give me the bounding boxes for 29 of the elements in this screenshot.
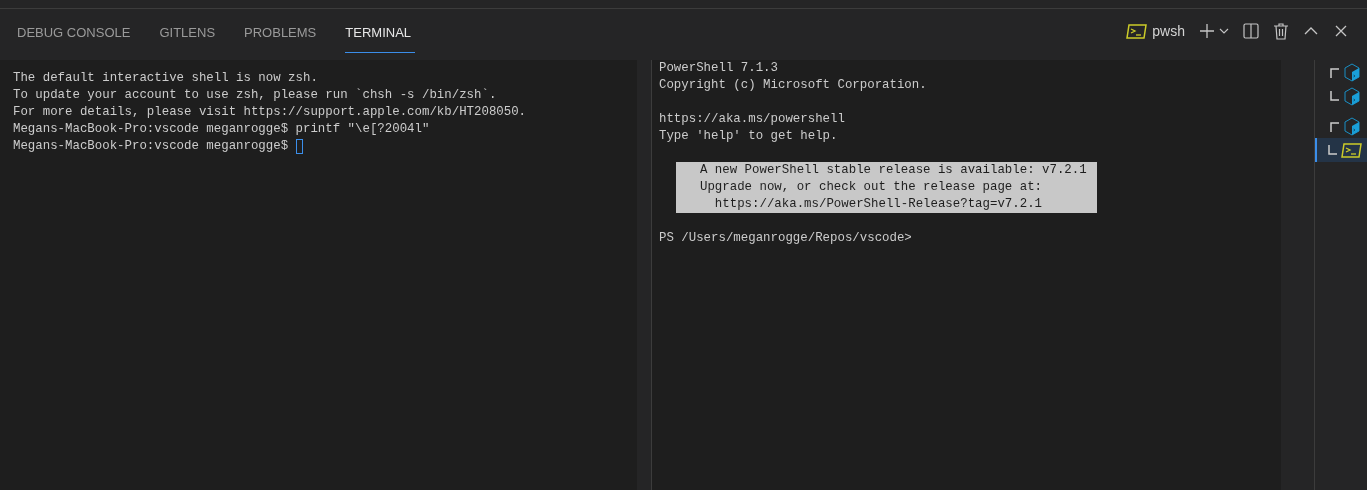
terminal-line: Copyright (c) Microsoft Corporation. (659, 77, 927, 94)
panel-tab[interactable]: PROBLEMS (244, 9, 317, 53)
panel-tab[interactable]: TERMINAL (345, 9, 416, 53)
terminal-line: A new PowerShell stable release is available: v7.2.1 (700, 162, 1087, 179)
terminal-line: PS /Users/meganrogge/Repos/vscode> (659, 230, 912, 247)
cube-icon[interactable] (1343, 116, 1361, 136)
terminal-line: https://aka.ms/PowerShell-Release?tag=v7.2.1 (713, 196, 1043, 213)
trash-icon[interactable] (1273, 22, 1289, 40)
close-icon[interactable] (1333, 23, 1349, 39)
cube-icon[interactable] (1343, 62, 1361, 82)
terminal-line: Type 'help' to get help. (659, 128, 838, 145)
cube-icon[interactable] (1343, 86, 1361, 106)
terminal-line: Megans-MacBook-Pro:vscode meganrogge$ (13, 138, 290, 155)
terminal-selector[interactable]: pwsh (1126, 22, 1185, 40)
terminal-line: PowerShell 7.1.3 (659, 60, 778, 77)
terminal-line: https://aka.ms/powershell (659, 111, 845, 128)
plus-icon[interactable] (1199, 23, 1215, 39)
terminal-pane[interactable] (651, 60, 1281, 490)
split-icon[interactable] (1243, 23, 1259, 39)
terminal-tab[interactable] (1315, 138, 1367, 162)
panel-tab[interactable]: DEBUG CONSOLE (17, 9, 131, 53)
terminal-icon[interactable] (1126, 22, 1148, 40)
terminal-icon[interactable] (1341, 141, 1362, 159)
panel-tab[interactable]: GITLENS (159, 9, 216, 53)
terminal-line: Upgrade now, or check out the release page at: (700, 179, 1043, 196)
terminal-line: For more details, please visit https://support.apple.com/kb/HT208050. (13, 104, 527, 121)
terminal-line: The default interactive shell is now zsh. (13, 70, 318, 87)
terminal-line: Megans-MacBook-Pro:vscode meganrogge$ printf "\e[?2004l" (13, 121, 430, 138)
terminal-line: To update your account to use zsh, please run `chsh -s /bin/zsh`. (13, 87, 497, 104)
